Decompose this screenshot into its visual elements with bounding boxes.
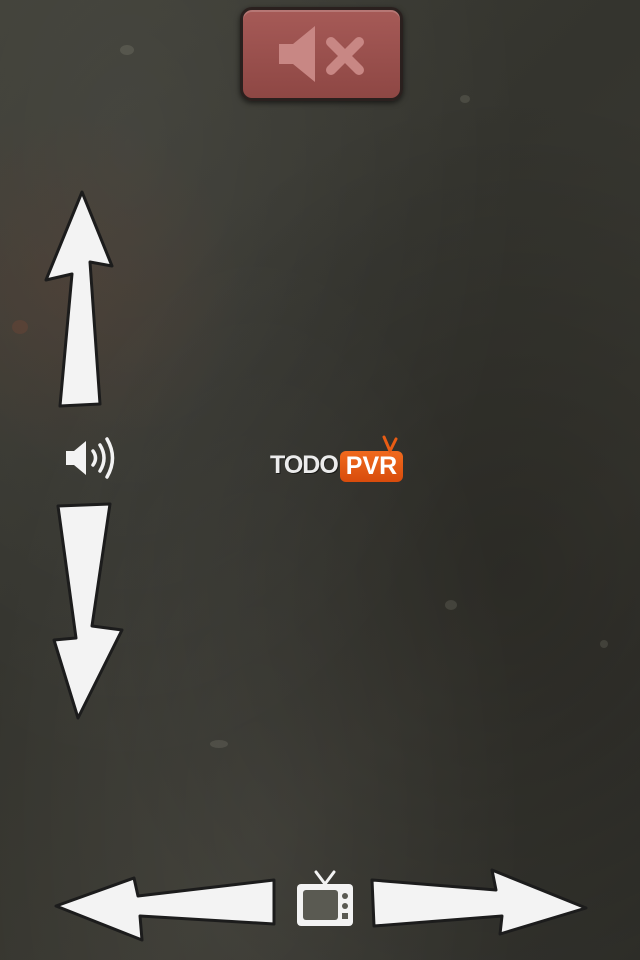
todo-pvr-logo: TODO PVR [270, 424, 404, 484]
logo-tv-badge: PVR [339, 435, 404, 482]
antenna-icon [382, 435, 398, 453]
remote-screen: TODO PVR [0, 0, 640, 960]
background-speck [210, 740, 228, 748]
background-speck [445, 600, 457, 610]
arrow-left-icon [54, 876, 276, 942]
arrow-down-icon [52, 502, 124, 720]
arrow-right-icon [370, 868, 588, 936]
volume-down-button[interactable] [50, 500, 126, 728]
background-speck [600, 640, 608, 648]
mute-button[interactable] [240, 7, 403, 101]
tv-icon [297, 870, 353, 926]
tv-button[interactable] [294, 868, 356, 934]
background-speck [12, 320, 28, 334]
speaker-mute-icon [279, 26, 364, 82]
background-speck [120, 45, 134, 55]
channel-previous-button[interactable] [52, 872, 278, 948]
logo-pvr-text: PVR [345, 452, 398, 480]
background-speck [460, 95, 470, 103]
logo-todo-text: TODO [270, 451, 339, 479]
volume-up-button[interactable] [42, 188, 116, 416]
arrow-up-icon [44, 190, 114, 408]
channel-next-button[interactable] [368, 866, 590, 942]
speaker-volume-icon [62, 434, 118, 486]
